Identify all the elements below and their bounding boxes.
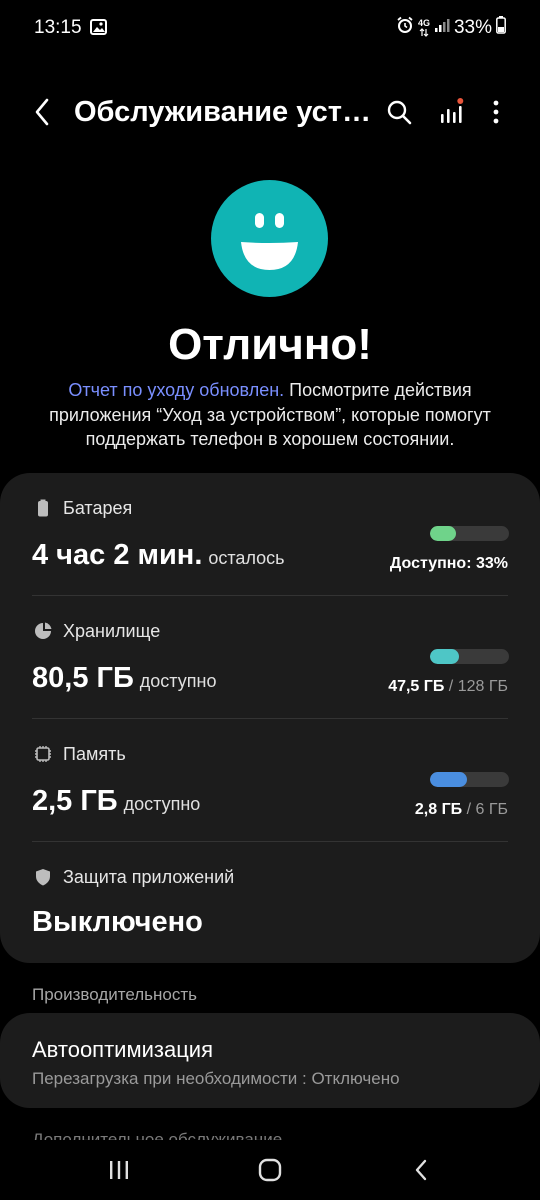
care-report-description: Отчет по уходу обновлен. Посмотрите дейс… (24, 378, 516, 452)
storage-value: 80,5 ГБ доступно (32, 662, 216, 695)
memory-usage: 2,8 ГБ / 6 ГБ (415, 801, 508, 819)
storage-bar-fill (430, 649, 460, 664)
network-type-label: 4G (417, 17, 430, 28)
status-time: 13:15 (34, 17, 82, 38)
care-report-link[interactable]: Отчет по уходу обновлен. (68, 380, 284, 400)
storage-label: Хранилище (63, 621, 161, 641)
memory-total: / 6 ГБ (466, 801, 508, 818)
battery-time: 4 час 2 мин. (32, 539, 203, 571)
back-nav-button[interactable] (401, 1150, 441, 1190)
auto-optimization-title: Автооптимизация (32, 1037, 213, 1062)
notification-dot (457, 98, 464, 104)
more-vertical-icon (493, 100, 499, 124)
auto-optimization-card[interactable]: Автооптимизация Перезагрузка при необход… (0, 1013, 540, 1108)
home-icon (258, 1158, 282, 1182)
battery-bar-fill (430, 526, 457, 541)
battery-label: Батарея (63, 498, 133, 518)
battery-suffix: осталось (208, 548, 285, 568)
battery-value: 4 час 2 мин. осталось (32, 539, 285, 572)
storage-used: 47,5 ГБ (388, 678, 445, 695)
storage-row[interactable]: Хранилище 80,5 ГБ доступно 47,5 ГБ / 128 … (0, 596, 540, 718)
additional-care-section-header: Дополнительное обслуживание (32, 1130, 283, 1140)
app-bar: Обслуживание устройства (0, 84, 540, 140)
memory-suffix: доступно (123, 794, 201, 814)
memory-label: Память (63, 744, 126, 764)
care-status-title: Отлично! (168, 320, 372, 369)
signal-icon (434, 17, 450, 38)
memory-value: 2,5 ГБ доступно (32, 785, 200, 818)
app-protection-value: Выключено (32, 906, 203, 938)
storage-suffix: доступно (139, 671, 217, 691)
recent-apps-button[interactable] (99, 1150, 139, 1190)
more-options-button[interactable] (482, 94, 510, 130)
device-care-screen: 13:15 4G 33% Обслуживание устро Отлично!… (0, 0, 540, 1200)
pie-chart-icon (34, 622, 52, 640)
smiley-face-icon (211, 180, 328, 297)
performance-section-header: Производительность (32, 985, 198, 1004)
network-type-icon: 4G (417, 17, 430, 37)
storage-available: 80,5 ГБ (32, 662, 134, 694)
bar-chart-icon (441, 98, 464, 123)
device-status-card: Батарея 4 час 2 мин. осталось Доступно: 3… (0, 473, 540, 963)
status-icons: 4G 33% (396, 16, 506, 39)
diagnostics-button[interactable] (434, 94, 468, 130)
gallery-notification-icon (90, 19, 107, 40)
memory-chip-icon (34, 745, 52, 763)
chevron-left-icon (35, 98, 49, 126)
memory-available: 2,5 ГБ (32, 785, 118, 817)
back-button[interactable] (26, 94, 58, 130)
storage-total: / 128 ГБ (448, 678, 508, 695)
battery-icon (34, 499, 52, 517)
status-bar: 13:15 4G 33% (0, 0, 540, 56)
alarm-icon (396, 16, 414, 39)
battery-bar (430, 526, 509, 541)
recent-apps-icon (110, 1161, 128, 1179)
storage-usage: 47,5 ГБ / 128 ГБ (388, 678, 508, 696)
memory-bar-fill (430, 772, 468, 787)
memory-used: 2,8 ГБ (414, 801, 463, 818)
battery-percent: 33% (453, 16, 492, 38)
page-title: Обслуживание устройства (74, 96, 374, 128)
app-protection-label: Защита приложений (63, 867, 235, 887)
storage-bar (430, 649, 509, 664)
battery-available: Доступно: 33% (389, 555, 508, 572)
chevron-left-icon (415, 1159, 427, 1181)
memory-bar (430, 772, 509, 787)
battery-row[interactable]: Батарея 4 час 2 мин. осталось Доступно: 3… (0, 473, 540, 595)
app-protection-row[interactable]: Защита приложений Выключено (0, 842, 540, 963)
search-icon (387, 100, 412, 125)
battery-icon (496, 16, 506, 39)
memory-row[interactable]: Память 2,5 ГБ доступно 2,8 ГБ / 6 ГБ (0, 719, 540, 841)
auto-optimization-subtitle: Перезагрузка при необходимости : Отключе… (32, 1069, 400, 1088)
shield-icon (34, 868, 52, 886)
home-button[interactable] (250, 1150, 290, 1190)
search-button[interactable] (382, 94, 416, 130)
navigation-bar (0, 1140, 540, 1200)
